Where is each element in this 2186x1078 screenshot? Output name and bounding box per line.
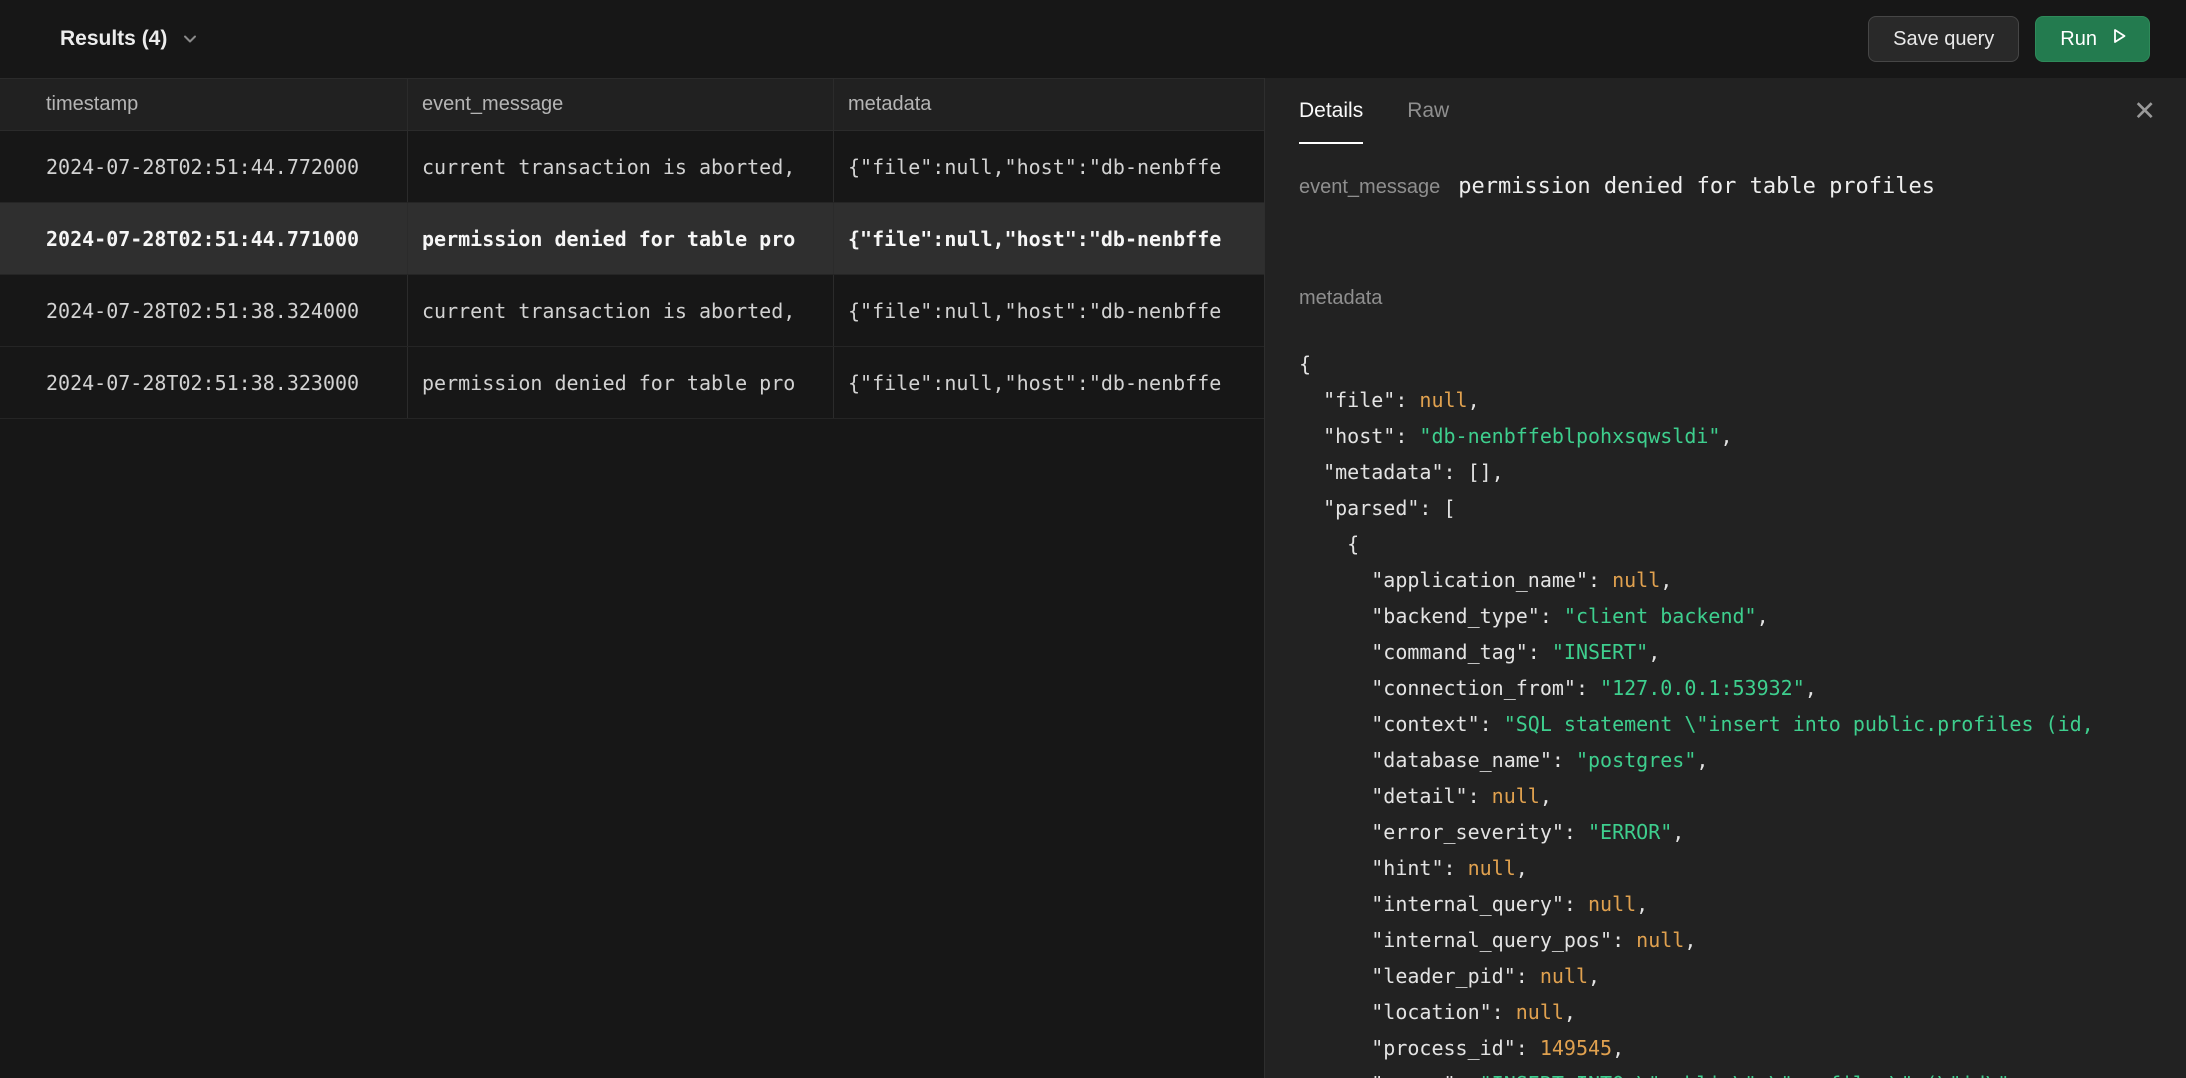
- cell-timestamp: 2024-07-28T02:51:38.324000: [0, 275, 408, 346]
- table-row[interactable]: 2024-07-28T02:51:38.324000current transa…: [0, 275, 1264, 347]
- json-line: "leader_pid": null,: [1299, 958, 2186, 994]
- cell-metadata: {"file":null,"host":"db-nenbffe: [834, 131, 1264, 202]
- event-message-row: event_message permission denied for tabl…: [1299, 174, 2186, 199]
- details-content: event_message permission denied for tabl…: [1265, 144, 2186, 1078]
- table-row[interactable]: 2024-07-28T02:51:44.771000permission den…: [0, 203, 1264, 275]
- main-area: timestamp event_message metadata 2024-07…: [0, 78, 2186, 1078]
- tab-raw[interactable]: Raw: [1407, 78, 1449, 144]
- json-line: "command_tag": "INSERT",: [1299, 634, 2186, 670]
- save-query-button[interactable]: Save query: [1868, 16, 2019, 62]
- metadata-json: { "file": null, "host": "db-nenbffeblpoh…: [1299, 346, 2186, 1078]
- toolbar-actions: Save query Run: [1868, 16, 2150, 62]
- results-dropdown[interactable]: Results (4): [60, 27, 199, 51]
- results-label: Results (4): [60, 27, 167, 51]
- cell-event-message: permission denied for table pro: [408, 347, 834, 418]
- table-row[interactable]: 2024-07-28T02:51:44.772000current transa…: [0, 131, 1264, 203]
- json-line: "error_severity": "ERROR",: [1299, 814, 2186, 850]
- json-line: "application_name": null,: [1299, 562, 2186, 598]
- cell-timestamp: 2024-07-28T02:51:44.771000: [0, 203, 408, 274]
- json-line: "detail": null,: [1299, 778, 2186, 814]
- tab-details[interactable]: Details: [1299, 78, 1363, 144]
- cell-timestamp: 2024-07-28T02:51:38.323000: [0, 347, 408, 418]
- cell-event-message: current transaction is aborted,: [408, 275, 834, 346]
- run-button[interactable]: Run: [2035, 16, 2150, 62]
- json-line: "parsed": [: [1299, 490, 2186, 526]
- cell-event-message: current transaction is aborted,: [408, 131, 834, 202]
- column-header-metadata: metadata: [834, 79, 1264, 130]
- json-line: "host": "db-nenbffeblpohxsqwsldi",: [1299, 418, 2186, 454]
- json-line: "backend_type": "client backend",: [1299, 598, 2186, 634]
- run-label: Run: [2060, 28, 2097, 51]
- json-line: "hint": null,: [1299, 850, 2186, 886]
- json-line: "internal_query": null,: [1299, 886, 2186, 922]
- json-line: {: [1299, 346, 2186, 382]
- cell-metadata: {"file":null,"host":"db-nenbffe: [834, 203, 1264, 274]
- column-header-event-message: event_message: [408, 79, 834, 130]
- play-icon: [2109, 26, 2129, 52]
- toolbar: Results (4) Save query Run: [0, 0, 2186, 78]
- event-message-value: permission denied for table profiles: [1458, 174, 1935, 199]
- cell-event-message: permission denied for table pro: [408, 203, 834, 274]
- json-line: "context": "SQL statement \"insert into …: [1299, 706, 2186, 742]
- event-message-label: event_message: [1299, 176, 1440, 199]
- metadata-label: metadata: [1299, 287, 2186, 310]
- json-line: "process_id": 149545,: [1299, 1030, 2186, 1066]
- json-line: "location": null,: [1299, 994, 2186, 1030]
- column-header-timestamp: timestamp: [0, 79, 408, 130]
- cell-metadata: {"file":null,"host":"db-nenbffe: [834, 275, 1264, 346]
- json-line: "query": "INSERT INTO \"public\".\"profi…: [1299, 1066, 2186, 1078]
- details-tabs: Details Raw: [1299, 78, 1493, 144]
- results-table: timestamp event_message metadata 2024-07…: [0, 78, 1264, 1078]
- table-rows: 2024-07-28T02:51:44.772000current transa…: [0, 131, 1264, 419]
- cell-timestamp: 2024-07-28T02:51:44.772000: [0, 131, 408, 202]
- json-line: "database_name": "postgres",: [1299, 742, 2186, 778]
- details-panel: Details Raw ✕ event_message permission de…: [1264, 78, 2186, 1078]
- details-tabs-row: Details Raw ✕: [1265, 78, 2186, 144]
- table-header: timestamp event_message metadata: [0, 79, 1264, 131]
- json-line: "file": null,: [1299, 382, 2186, 418]
- json-line: "metadata": [],: [1299, 454, 2186, 490]
- json-line: "connection_from": "127.0.0.1:53932",: [1299, 670, 2186, 706]
- cell-metadata: {"file":null,"host":"db-nenbffe: [834, 347, 1264, 418]
- json-line: {: [1299, 526, 2186, 562]
- close-icon[interactable]: ✕: [2133, 98, 2156, 125]
- table-row[interactable]: 2024-07-28T02:51:38.323000permission den…: [0, 347, 1264, 419]
- chevron-down-icon: [181, 30, 199, 48]
- json-line: "internal_query_pos": null,: [1299, 922, 2186, 958]
